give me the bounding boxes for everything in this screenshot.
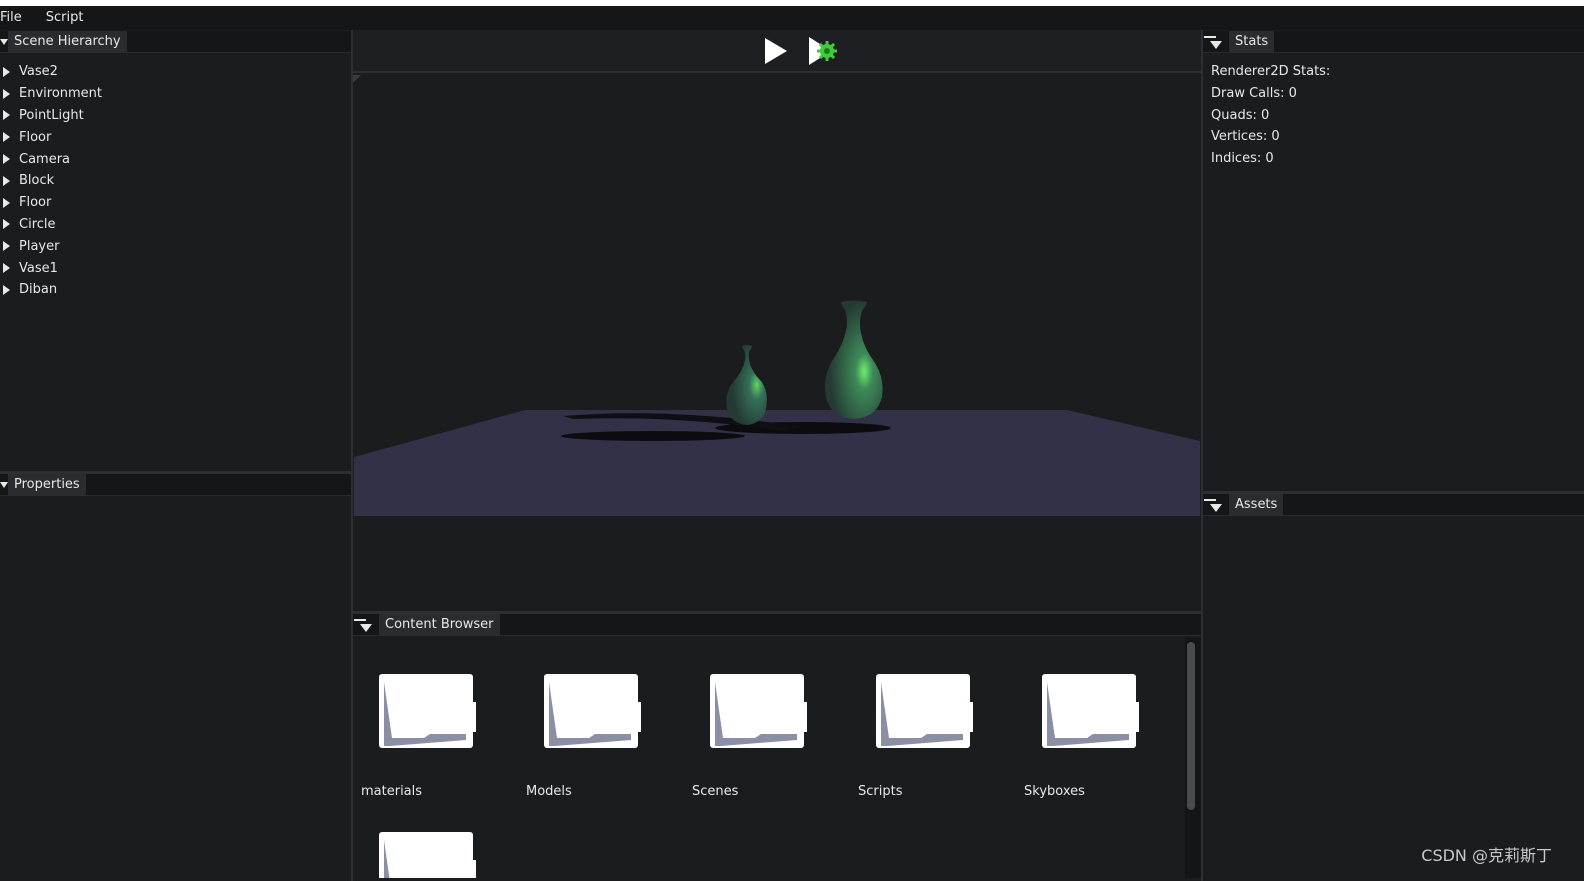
collapse-icon[interactable]: [0, 31, 8, 53]
collapse-icon[interactable]: [0, 474, 8, 496]
expand-arrow-icon[interactable]: [3, 175, 10, 186]
expand-arrow-icon[interactable]: [3, 66, 10, 77]
folder-label[interactable]: Scenes: [692, 784, 738, 799]
tree-item-label: Environment: [19, 86, 103, 102]
folder-label[interactable]: Models: [526, 784, 572, 799]
tree-item[interactable]: Floor: [0, 192, 351, 214]
tree-item-label: Floor: [19, 129, 52, 145]
tree-item-label: Block: [19, 173, 55, 189]
expand-arrow-icon[interactable]: [3, 284, 10, 295]
menu-file[interactable]: File: [0, 6, 30, 30]
stats-header: Stats: [1203, 30, 1584, 53]
stats-tab[interactable]: Stats: [1229, 30, 1275, 53]
scene-hierarchy-tab[interactable]: Scene Hierarchy: [8, 30, 127, 53]
properties-tab[interactable]: Properties: [8, 473, 86, 496]
stats-list: Renderer2D Stats: Draw Calls: 0 Quads: 0…: [1203, 53, 1584, 170]
content-browser-grid: materials Models Scenes Scripts Skyboxes: [353, 638, 1201, 878]
toolbar: [353, 30, 1201, 73]
tree-item[interactable]: Circle: [0, 214, 351, 236]
properties-panel: Properties: [0, 473, 351, 881]
content-browser-header: Content Browser: [353, 613, 1201, 636]
folder-icon[interactable]: [709, 674, 809, 750]
tree-item-label: Camera: [19, 151, 71, 167]
scroll-track[interactable]: [1185, 638, 1201, 878]
tree-item-label: Circle: [19, 216, 56, 232]
expand-arrow-icon[interactable]: [3, 219, 10, 230]
collapse-icon[interactable]: [1203, 31, 1229, 53]
folder-icon[interactable]: [1041, 674, 1141, 750]
simulate-icon[interactable]: [808, 36, 840, 66]
stat-vertices: Vertices: 0: [1211, 129, 1280, 145]
scrollbar-thumb[interactable]: [1187, 642, 1195, 810]
tree-item[interactable]: Player: [0, 235, 351, 257]
expand-arrow-icon[interactable]: [3, 197, 10, 208]
scene-viewport[interactable]: [353, 75, 1201, 611]
expand-arrow-icon[interactable]: [3, 263, 10, 274]
properties-header: Properties: [0, 473, 351, 496]
tree-item-label: Floor: [19, 195, 52, 211]
stats-heading: Renderer2D Stats:: [1211, 64, 1331, 79]
tree-item-label: Vase2: [19, 64, 58, 80]
content-browser-tab[interactable]: Content Browser: [379, 613, 500, 636]
small-vase: [726, 345, 767, 425]
expand-arrow-icon[interactable]: [3, 110, 10, 121]
stats-panel: Stats Renderer2D Stats: Draw Calls: 0 Qu…: [1203, 30, 1584, 491]
tree-item-label: PointLight: [19, 107, 84, 123]
stat-draw-calls: Draw Calls: 0: [1211, 85, 1297, 101]
tree-item[interactable]: Block: [0, 170, 351, 192]
tree-item[interactable]: Environment: [0, 83, 351, 105]
stat-indices: Indices: 0: [1211, 151, 1274, 167]
stat-quads: Quads: 0: [1211, 107, 1270, 123]
assets-panel: Assets: [1203, 493, 1584, 881]
menu-bar: File Script: [0, 6, 1584, 30]
watermark-text: CSDN @克莉斯丁: [1421, 846, 1552, 865]
tree-item[interactable]: Vase1: [0, 257, 351, 279]
content-browser-panel: Content Browser materials Models Scenes …: [353, 613, 1201, 881]
folder-label[interactable]: Skyboxes: [1024, 784, 1085, 799]
folder-icon[interactable]: [378, 832, 478, 878]
tree-item[interactable]: Diban: [0, 279, 351, 301]
assets-header: Assets: [1203, 493, 1584, 516]
expand-arrow-icon[interactable]: [3, 88, 10, 99]
folder-label[interactable]: Scripts: [858, 784, 902, 799]
scene-hierarchy-panel: Scene Hierarchy Vase2 Environment PointL…: [0, 30, 351, 471]
expand-arrow-icon[interactable]: [3, 154, 10, 165]
tree-item[interactable]: PointLight: [0, 105, 351, 127]
assets-tab[interactable]: Assets: [1229, 493, 1284, 516]
folder-icon[interactable]: [875, 674, 975, 750]
scene-hierarchy-header: Scene Hierarchy: [0, 30, 351, 53]
collapse-icon[interactable]: [1203, 494, 1229, 516]
scene-tree: Vase2 Environment PointLight Floor Camer…: [0, 53, 351, 301]
expand-arrow-icon[interactable]: [3, 132, 10, 143]
collapse-icon[interactable]: [353, 614, 379, 636]
tree-item-label: Player: [19, 238, 60, 254]
tree-item-label: Diban: [19, 282, 58, 298]
tree-item[interactable]: Floor: [0, 126, 351, 148]
scene-render: [354, 300, 1200, 516]
expand-arrow-icon[interactable]: [3, 241, 10, 252]
tree-item[interactable]: Camera: [0, 148, 351, 170]
tree-item-label: Vase1: [19, 260, 58, 276]
folder-icon[interactable]: [543, 674, 643, 750]
folder-label[interactable]: materials: [361, 784, 422, 799]
menu-script[interactable]: Script: [46, 6, 92, 30]
large-vase: [825, 300, 883, 419]
tree-item[interactable]: Vase2: [0, 61, 351, 83]
folder-icon[interactable]: [378, 674, 478, 750]
play-icon[interactable]: [763, 37, 789, 65]
vase-shadow: [561, 431, 745, 441]
